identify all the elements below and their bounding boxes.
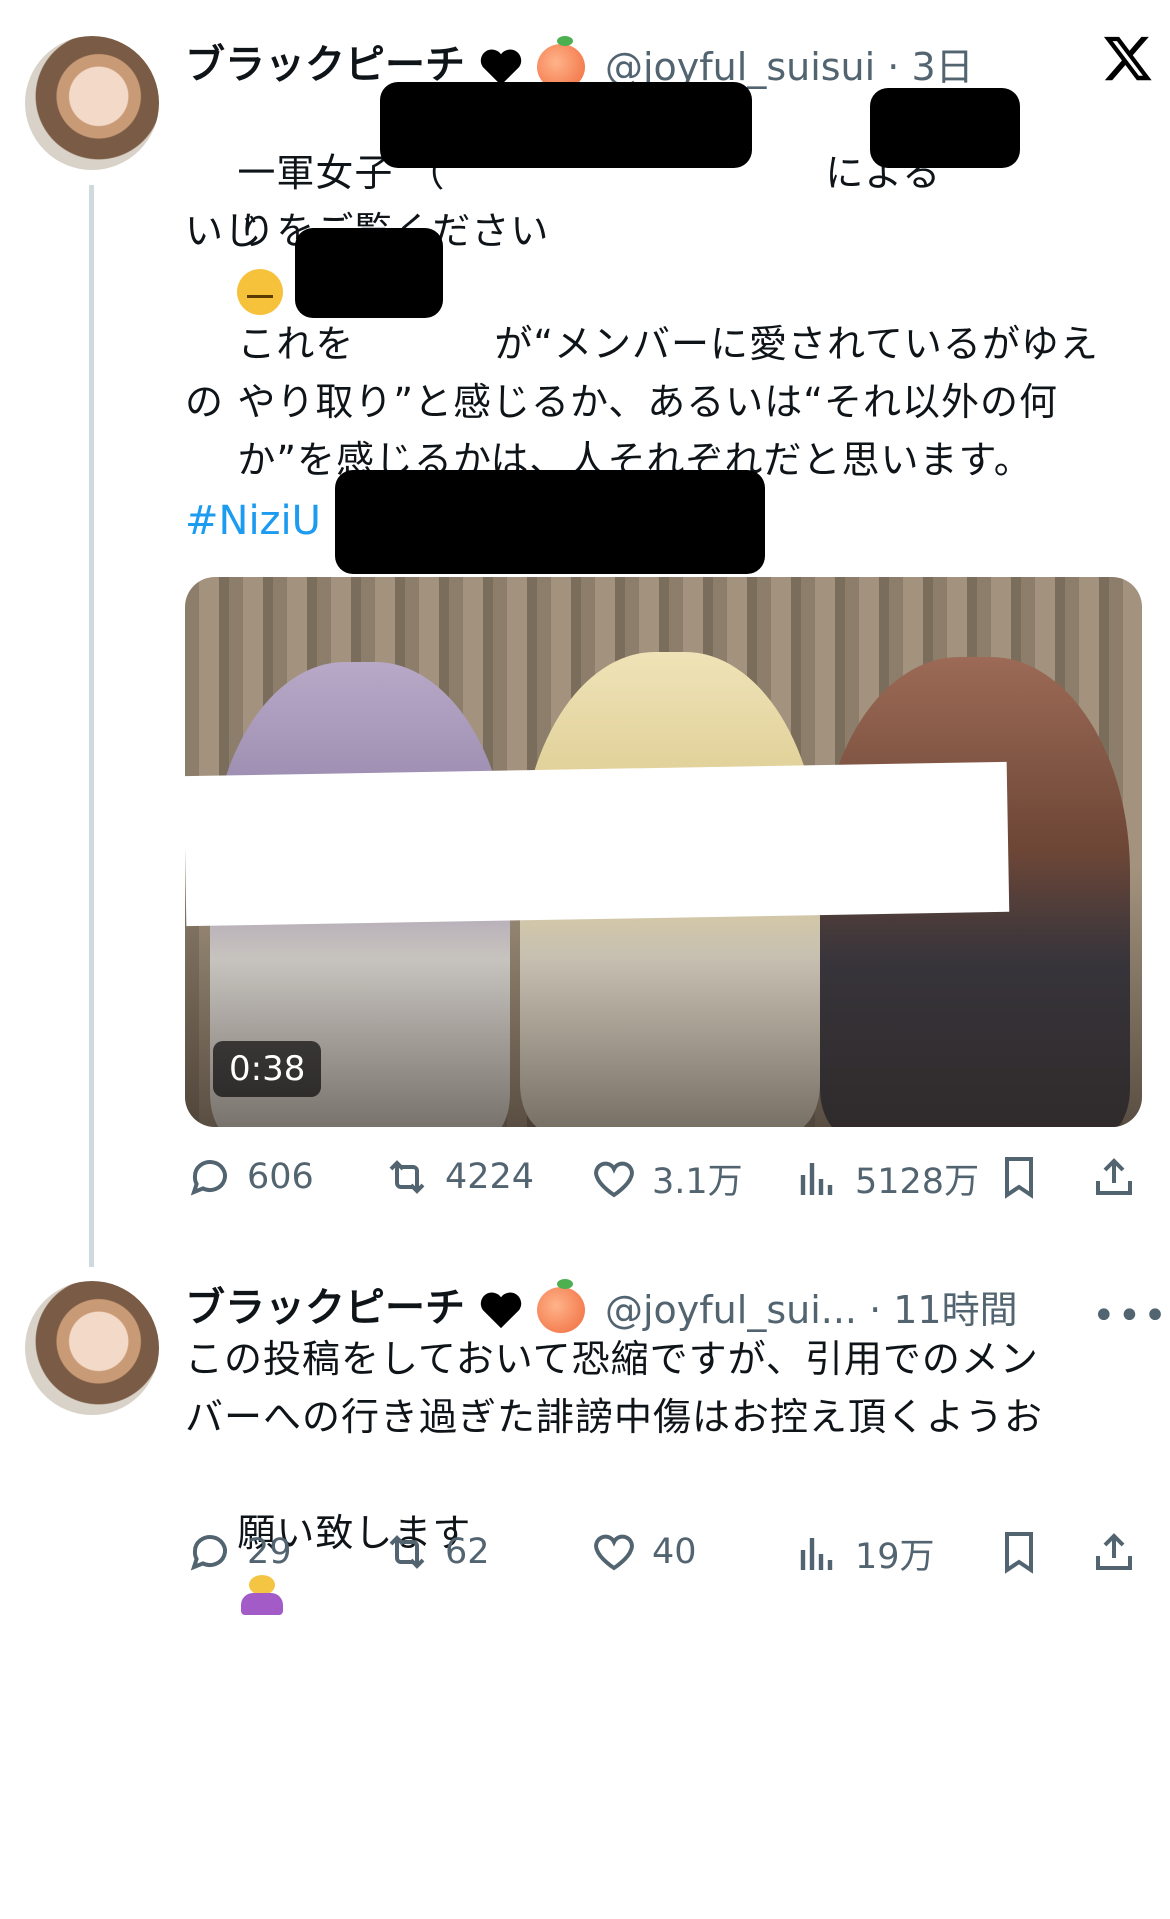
bowing-person-emoji-icon — [237, 1571, 287, 1617]
retweet-button[interactable]: 62 — [383, 1528, 490, 1576]
views-icon — [800, 1537, 833, 1570]
redaction-mark — [870, 88, 1020, 168]
hashtag-link[interactable]: #NiziU — [185, 498, 321, 544]
heart-icon — [594, 1534, 634, 1571]
text-line: バーへの行き過ぎた誹謗中傷はお控え頂くようお — [185, 1395, 1044, 1439]
video-thumbnail[interactable] — [185, 577, 1142, 1127]
thread-line — [89, 185, 94, 1267]
redaction-mark — [295, 228, 443, 318]
censor-bar — [185, 761, 1010, 927]
views-button[interactable]: 19万 — [793, 1528, 935, 1579]
retweet-count: 4224 — [445, 1157, 535, 1197]
retweet-button[interactable]: 4224 — [383, 1153, 534, 1201]
heart-icon — [594, 1161, 634, 1197]
share-icon — [1096, 1533, 1132, 1570]
views-button[interactable]: 5128万 — [793, 1153, 979, 1204]
black-heart-icon — [480, 1292, 522, 1329]
share-button[interactable] — [1090, 1153, 1138, 1205]
views-count: 19万 — [855, 1537, 935, 1577]
retweet-count: 62 — [445, 1532, 490, 1572]
like-count: 3.1万 — [652, 1162, 743, 1202]
timestamp: · 11時間 — [869, 1288, 1018, 1332]
retweet-icon — [389, 1535, 425, 1569]
handle-and-time[interactable]: @joyful_sui... · 11時間 — [605, 1279, 1018, 1334]
text-line: この投稿をしておいて恐縮ですが、引用でのメン — [185, 1337, 1039, 1381]
reply-count: 606 — [247, 1157, 314, 1197]
timestamp: · 3日 — [887, 45, 974, 89]
black-heart-icon — [480, 49, 522, 86]
redaction-mark — [335, 470, 765, 574]
bookmark-icon — [1005, 1157, 1033, 1199]
reply-icon — [190, 1160, 227, 1196]
display-name-text: ブラックピーチ — [185, 1285, 465, 1331]
share-button[interactable] — [1090, 1528, 1138, 1580]
retweet-icon — [389, 1160, 425, 1194]
views-count: 5128万 — [855, 1162, 980, 1202]
reply-count: 29 — [247, 1532, 292, 1572]
like-count: 40 — [652, 1532, 697, 1572]
handle: @joyful_sui... — [605, 1288, 857, 1332]
x-logo-icon[interactable] — [1088, 32, 1168, 84]
reply-button[interactable]: 606 — [185, 1153, 314, 1201]
reply-icon — [190, 1535, 227, 1571]
bookmark-button[interactable] — [995, 1153, 1043, 1205]
views-icon — [800, 1162, 833, 1195]
bookmark-icon — [1005, 1532, 1033, 1574]
avatar[interactable] — [25, 36, 159, 170]
like-button[interactable]: 40 — [590, 1528, 697, 1576]
peach-icon — [536, 1279, 585, 1333]
share-icon — [1096, 1158, 1132, 1195]
like-button[interactable]: 3.1万 — [590, 1153, 743, 1204]
avatar[interactable] — [25, 1281, 159, 1415]
reply-button[interactable]: 29 — [185, 1528, 292, 1576]
bookmark-button[interactable] — [995, 1528, 1043, 1580]
redaction-mark — [380, 82, 752, 168]
display-name[interactable]: ブラックピーチ — [185, 1275, 585, 1333]
video-duration: 0:38 — [213, 1041, 322, 1097]
